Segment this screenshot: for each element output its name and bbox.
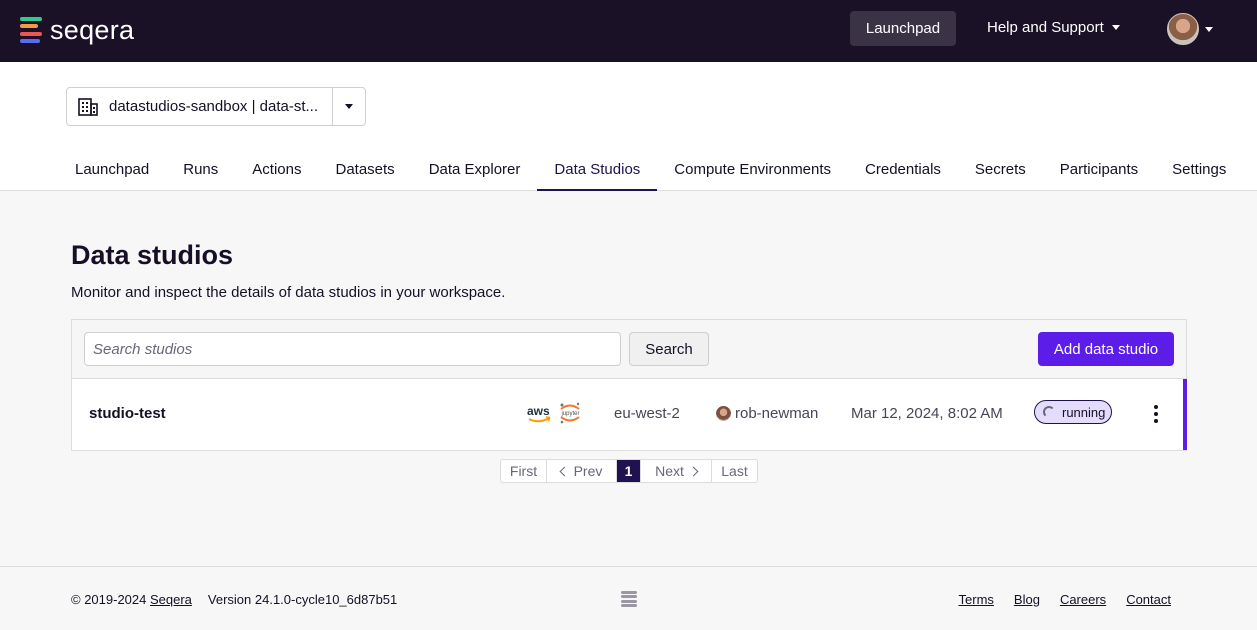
footer-company-link[interactable]: Seqera — [150, 592, 192, 607]
user-menu[interactable] — [1167, 13, 1213, 45]
status-label: running — [1062, 404, 1106, 420]
pagination-last[interactable]: Last — [712, 460, 757, 482]
tab-credentials[interactable]: Credentials — [848, 150, 958, 191]
footer-left: © 2019-2024 Seqera Version 24.1.0-cycle1… — [71, 592, 397, 607]
chevron-down-icon — [1111, 25, 1120, 30]
help-support-dropdown[interactable]: Help and Support — [987, 19, 1120, 36]
nav-launchpad-button[interactable]: Launchpad — [850, 11, 956, 46]
page-subtitle: Monitor and inspect the details of data … — [71, 284, 506, 301]
kebab-dot — [1154, 405, 1158, 409]
seqera-logo-icon — [20, 17, 44, 43]
aws-icon: aws — [526, 402, 552, 426]
footer-version: Version 24.1.0-cycle10_6d87b51 — [207, 592, 398, 607]
kebab-dot — [1154, 419, 1158, 423]
svg-text:aws: aws — [527, 404, 550, 418]
building-icon — [78, 97, 98, 116]
studio-user: rob-newman — [735, 405, 819, 422]
page-title: Data studios — [71, 240, 234, 270]
pagination-prev[interactable]: Prev — [547, 460, 617, 482]
pagination: First Prev 1 Next Last — [500, 459, 758, 483]
row-accent-bar — [1183, 379, 1187, 450]
spinner-icon — [1043, 406, 1055, 418]
svg-text:jupyter: jupyter — [561, 411, 580, 417]
help-support-label: Help and Support — [987, 19, 1104, 36]
copyright-text: © 2019-2024 — [71, 592, 150, 607]
studios-panel: Search Add data studio studio-test aws j… — [71, 319, 1187, 451]
footer-link-blog[interactable]: Blog — [1014, 592, 1040, 607]
footer-link-careers[interactable]: Careers — [1060, 592, 1106, 607]
pagination-prev-label: Prev — [573, 463, 603, 479]
footer: © 2019-2024 Seqera Version 24.1.0-cycle1… — [0, 566, 1257, 630]
status-badge: running — [1034, 400, 1112, 424]
search-button[interactable]: Search — [629, 332, 709, 366]
table-row[interactable]: studio-test aws jupyter eu-west-2 rob-ne… — [72, 379, 1187, 450]
avatar — [1167, 13, 1199, 45]
chevron-right-icon — [688, 466, 699, 476]
workspace-name: datastudios-sandbox | data-st... — [109, 98, 319, 115]
chevron-left-icon — [559, 466, 570, 476]
studio-region: eu-west-2 — [614, 405, 680, 422]
pagination-next[interactable]: Next — [641, 460, 712, 482]
avatar — [716, 406, 731, 421]
logo-text: seqera — [50, 15, 135, 45]
tab-actions[interactable]: Actions — [235, 150, 318, 191]
footer-link-contact[interactable]: Contact — [1126, 592, 1171, 607]
search-input[interactable] — [84, 332, 621, 366]
workspace-header: datastudios-sandbox | data-st... Launchp… — [0, 62, 1257, 191]
studios-toolbar: Search Add data studio — [72, 320, 1186, 379]
footer-links: Terms Blog Careers Contact — [959, 592, 1171, 607]
seqera-logo[interactable]: seqera — [20, 15, 135, 45]
tab-launchpad[interactable]: Launchpad — [58, 150, 166, 191]
pagination-first[interactable]: First — [501, 460, 547, 482]
kebab-dot — [1154, 412, 1158, 416]
tab-secrets[interactable]: Secrets — [958, 150, 1043, 191]
tab-compute-environments[interactable]: Compute Environments — [657, 150, 848, 191]
jupyter-icon: jupyter — [558, 401, 582, 425]
tab-datasets[interactable]: Datasets — [318, 150, 411, 191]
workspace-dropdown-toggle[interactable] — [332, 88, 365, 125]
row-actions-menu-button[interactable] — [1148, 403, 1164, 425]
tab-data-explorer[interactable]: Data Explorer — [412, 150, 538, 191]
seqera-logo-icon — [621, 591, 637, 607]
tab-data-studios[interactable]: Data Studios — [537, 150, 658, 191]
add-data-studio-button[interactable]: Add data studio — [1038, 332, 1174, 366]
workspace-tabs: Launchpad Runs Actions Datasets Data Exp… — [58, 150, 1243, 191]
workspace-selector[interactable]: datastudios-sandbox | data-st... — [66, 87, 366, 126]
tab-settings[interactable]: Settings — [1155, 150, 1243, 191]
pagination-current-page[interactable]: 1 — [617, 460, 641, 482]
studio-name[interactable]: studio-test — [89, 405, 166, 422]
pagination-next-label: Next — [655, 463, 684, 479]
chevron-down-icon — [345, 104, 353, 109]
studio-created-date: Mar 12, 2024, 8:02 AM — [851, 405, 1003, 422]
tab-participants[interactable]: Participants — [1043, 150, 1155, 191]
tab-runs[interactable]: Runs — [166, 150, 235, 191]
footer-copyright: © 2019-2024 Seqera — [71, 592, 192, 607]
top-navbar: seqera Launchpad Help and Support — [0, 0, 1257, 62]
footer-link-terms[interactable]: Terms — [959, 592, 994, 607]
chevron-down-icon — [1205, 26, 1213, 32]
